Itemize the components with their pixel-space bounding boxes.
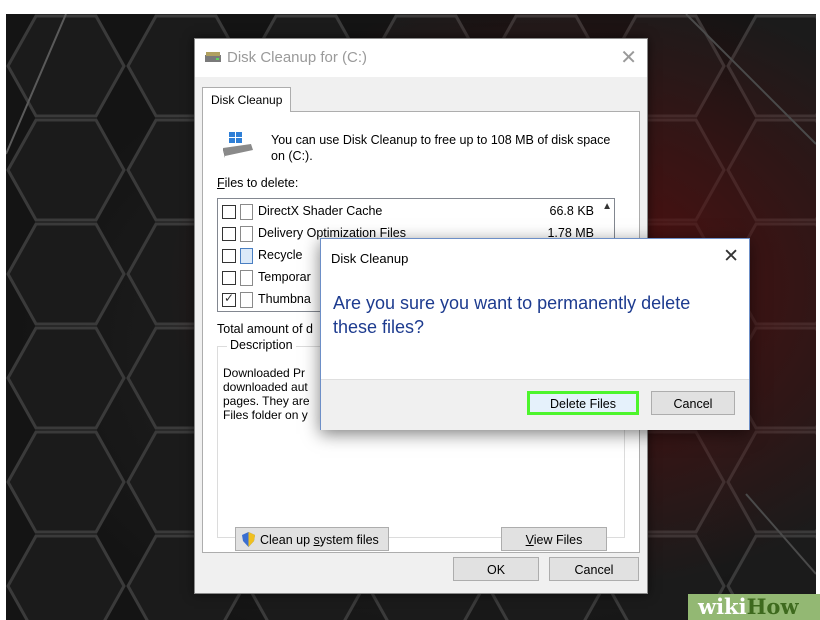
- frame-right: [816, 0, 820, 620]
- description-text: Downloaded Pr downloaded aut pages. They…: [223, 366, 310, 422]
- file-icon: [240, 226, 253, 242]
- checkbox[interactable]: [222, 271, 236, 285]
- description-label: Description: [227, 338, 296, 352]
- dialog-message: Are you sure you want to permanently del…: [333, 293, 691, 337]
- file-name: Thumbna: [258, 292, 311, 306]
- checkbox[interactable]: [222, 205, 236, 219]
- file-icon: [240, 270, 253, 286]
- clean-up-system-files-button[interactable]: Clean up system files: [235, 527, 389, 551]
- cancel-button[interactable]: Cancel: [549, 557, 639, 581]
- dialog-title: Disk Cleanup: [331, 251, 409, 266]
- file-icon: [240, 292, 253, 308]
- delete-files-button[interactable]: Delete Files: [527, 391, 639, 415]
- dialog-cancel-button[interactable]: Cancel: [651, 391, 735, 415]
- list-item[interactable]: DirectX Shader Cache 66.8 KB: [218, 201, 598, 223]
- wikihow-watermark: wikiHow: [688, 594, 820, 620]
- scroll-up-arrow-icon[interactable]: ▲: [602, 201, 612, 212]
- close-icon[interactable]: ✕: [620, 45, 637, 70]
- view-files-button[interactable]: View Files: [501, 527, 607, 551]
- file-name: DirectX Shader Cache: [258, 204, 383, 218]
- confirm-delete-dialog: Disk Cleanup ✕ Are you sure you want to …: [320, 238, 750, 430]
- ok-button[interactable]: OK: [453, 557, 539, 581]
- file-icon: [240, 204, 253, 220]
- checkbox[interactable]: [222, 249, 236, 263]
- recycle-bin-icon: [240, 248, 253, 264]
- window-titlebar: Disk Cleanup for (C:) ✕: [195, 39, 647, 77]
- drive-icon: [205, 52, 221, 62]
- files-to-delete-label: Files to delete:: [217, 176, 299, 190]
- tab-disk-cleanup[interactable]: Disk Cleanup: [202, 87, 292, 112]
- file-name: Temporar: [258, 270, 311, 284]
- intro-text: You can use Disk Cleanup to free up to 1…: [271, 133, 611, 163]
- total-amount-label: Total amount of d: [217, 322, 313, 336]
- disk-drive-icon: [223, 132, 253, 158]
- frame-top: [0, 0, 820, 14]
- dialog-close-icon[interactable]: ✕: [723, 245, 739, 268]
- file-size: 66.8 KB: [549, 204, 594, 218]
- checkbox[interactable]: [222, 291, 236, 307]
- file-name: Recycle: [258, 248, 303, 262]
- checkbox[interactable]: [222, 227, 236, 241]
- window-title: Disk Cleanup for (C:): [227, 49, 368, 66]
- shield-icon: [242, 532, 255, 547]
